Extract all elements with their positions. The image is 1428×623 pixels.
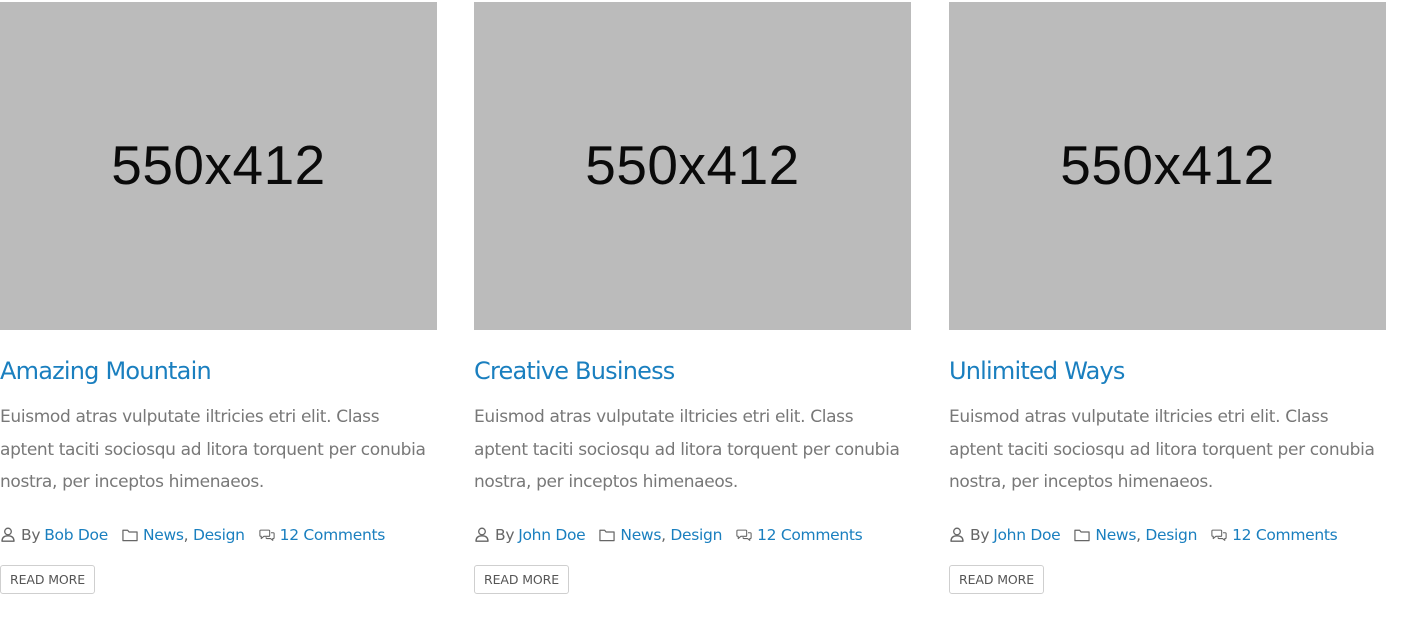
post-categories: News, Design — [599, 526, 722, 544]
post-thumbnail[interactable]: 550x412 — [949, 2, 1386, 330]
by-label: By — [21, 525, 41, 544]
author-link[interactable]: Bob Doe — [44, 526, 108, 544]
read-more-button[interactable]: READ MORE — [474, 564, 570, 594]
blog-post-card: 550x412 Amazing Mountain Euismod atras v… — [0, 2, 437, 594]
post-categories: News, Design — [122, 526, 245, 544]
post-meta: By Bob Doe News, Design 12 Comments — [0, 523, 437, 547]
category-link-news[interactable]: News — [143, 526, 184, 544]
category-separator: , — [661, 525, 666, 544]
author-link[interactable]: John Doe — [993, 526, 1060, 544]
thumbnail-placeholder-label: 550x412 — [111, 134, 326, 196]
blog-post-grid: 550x412 Amazing Mountain Euismod atras v… — [0, 2, 1428, 623]
post-excerpt: Euismod atras vulputate iltricies etri e… — [474, 407, 900, 492]
post-title[interactable]: Creative Business — [474, 355, 911, 387]
category-separator: , — [1136, 525, 1141, 544]
post-author: By John Doe — [949, 525, 1061, 544]
comments-icon — [736, 527, 752, 543]
folder-icon — [599, 527, 616, 543]
read-more-button[interactable]: READ MORE — [949, 564, 1045, 594]
post-title[interactable]: Unlimited Ways — [949, 355, 1386, 387]
post-comments: 12 Comments — [736, 526, 863, 544]
comments-link[interactable]: 12 Comments — [1232, 526, 1338, 544]
post-thumbnail[interactable]: 550x412 — [0, 2, 437, 330]
category-link-news[interactable]: News — [620, 526, 661, 544]
by-label: By — [495, 525, 515, 544]
category-link-design[interactable]: Design — [193, 526, 245, 544]
user-icon — [949, 527, 965, 543]
post-comments: 12 Comments — [259, 526, 385, 544]
category-link-news[interactable]: News — [1095, 526, 1136, 544]
post-meta: By John Doe News, Design 12 Comments — [474, 523, 911, 547]
post-excerpt: Euismod atras vulputate iltricies etri e… — [949, 407, 1375, 492]
comments-link[interactable]: 12 Comments — [280, 526, 386, 544]
thumbnail-placeholder-label: 550x412 — [585, 134, 800, 196]
comments-icon — [259, 527, 275, 543]
user-icon — [0, 527, 16, 543]
post-author: By John Doe — [474, 525, 586, 544]
blog-post-card: 550x412 Creative Business Euismod atras … — [474, 2, 911, 594]
category-link-design[interactable]: Design — [670, 526, 722, 544]
post-thumbnail[interactable]: 550x412 — [474, 2, 911, 330]
folder-icon — [122, 527, 138, 543]
blog-post-card: 550x412 Unlimited Ways Euismod atras vul… — [949, 2, 1386, 594]
post-author: By Bob Doe — [0, 526, 108, 544]
comments-icon — [1211, 527, 1227, 543]
comments-link[interactable]: 12 Comments — [757, 526, 863, 544]
post-meta: By John Doe News, Design 12 Comments — [949, 523, 1386, 547]
post-comments: 12 Comments — [1211, 526, 1338, 544]
folder-icon — [1074, 527, 1091, 543]
post-categories: News, Design — [1074, 526, 1197, 544]
post-excerpt: Euismod atras vulputate iltricies etri e… — [0, 407, 426, 492]
by-label: By — [970, 525, 990, 544]
post-title[interactable]: Amazing Mountain — [0, 355, 437, 387]
author-link[interactable]: John Doe — [518, 526, 585, 544]
category-separator: , — [183, 525, 189, 544]
thumbnail-placeholder-label: 550x412 — [1060, 134, 1275, 196]
category-link-design[interactable]: Design — [1145, 526, 1197, 544]
user-icon — [474, 527, 490, 543]
read-more-button[interactable]: READ MORE — [0, 564, 96, 594]
